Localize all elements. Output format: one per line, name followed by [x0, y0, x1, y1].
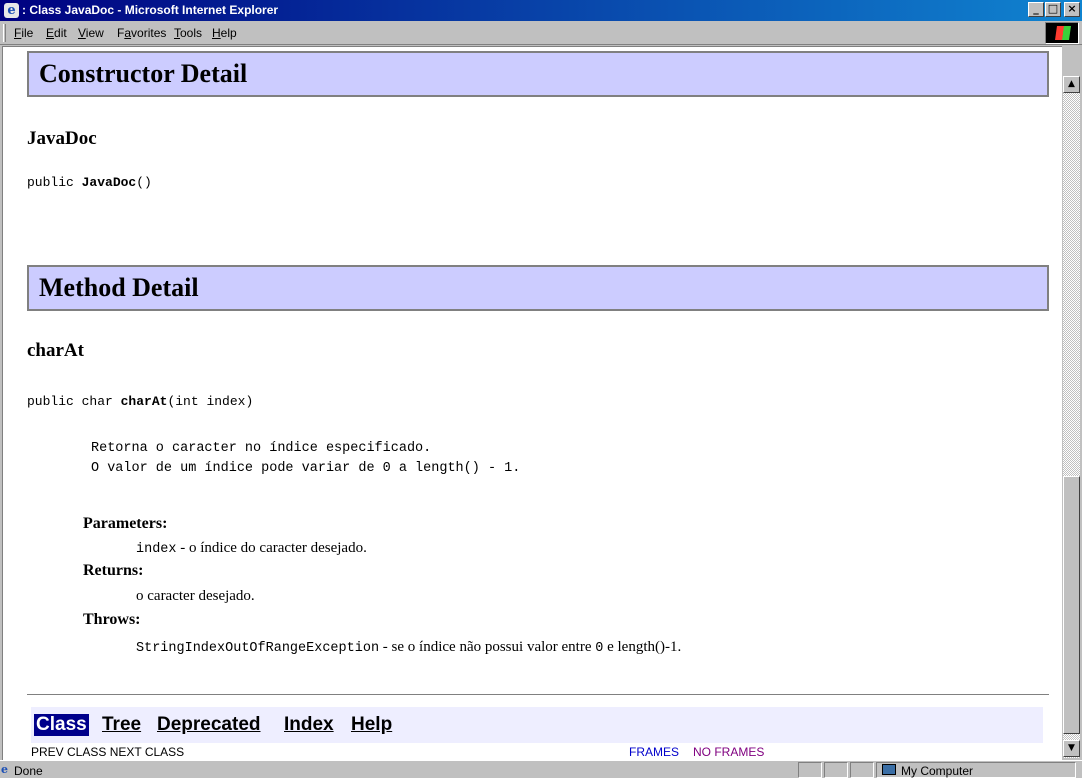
horizontal-rule	[27, 694, 1049, 696]
close-button[interactable]: ×	[1064, 2, 1080, 17]
status-pane-progress	[798, 762, 822, 778]
nav-tree[interactable]: Tree	[102, 714, 141, 736]
constructor-signature: public JavaDoc()	[27, 175, 152, 190]
menu-help[interactable]: Help	[212, 26, 237, 40]
status-pane-main: e Done	[0, 762, 796, 778]
status-pane-secure	[824, 762, 848, 778]
parameters-label: Parameters:	[83, 515, 168, 532]
method-description-line-2: O valor de um índice pode variar de 0 a …	[91, 461, 521, 476]
scrollbar-thumb[interactable]	[1063, 476, 1080, 734]
parameter-index: index - o índice do caracter desejado.	[136, 540, 367, 557]
method-detail-heading: Method Detail	[27, 265, 1049, 311]
menu-favorites[interactable]: Favorites	[117, 26, 166, 40]
windows-logo-icon	[1045, 22, 1079, 44]
throws-text: StringIndexOutOfRangeException - se o ín…	[136, 639, 682, 656]
title-bar: e : Class JavaDoc - Microsoft Internet E…	[0, 0, 1082, 21]
constructor-name: JavaDoc	[27, 128, 97, 149]
javadoc-navbar: Class Tree Deprecated Index Help	[31, 707, 1043, 743]
maximize-button[interactable]: □	[1045, 2, 1061, 17]
minimize-button[interactable]: _	[1028, 2, 1044, 17]
ie-icon[interactable]: e	[4, 3, 19, 18]
nav-index[interactable]: Index	[284, 714, 334, 736]
method-name: charAt	[27, 340, 84, 361]
menu-edit[interactable]: Edit	[46, 26, 67, 40]
constructor-detail-heading: Constructor Detail	[27, 51, 1049, 97]
returns-text: o caracter desejado.	[136, 588, 255, 604]
nav-class[interactable]: Class	[34, 714, 89, 736]
method-description-line-1: Retorna o caracter no índice especificad…	[91, 441, 432, 456]
prev-next-class[interactable]: PREV CLASS NEXT CLASS	[31, 745, 184, 759]
vertical-scrollbar[interactable]: ▲ ▼	[1063, 76, 1080, 758]
security-zone[interactable]: My Computer	[876, 762, 1076, 778]
document-content: Constructor Detail JavaDoc public JavaDo…	[2, 46, 1062, 760]
page-icon: e	[1, 763, 8, 776]
menu-view[interactable]: View	[78, 26, 104, 40]
zone-text: My Computer	[901, 764, 974, 778]
nav-help[interactable]: Help	[351, 714, 392, 736]
menu-grip[interactable]	[3, 24, 6, 42]
my-computer-icon	[882, 764, 896, 775]
menu-tools[interactable]: Tools	[174, 26, 202, 40]
scroll-up-arrow-icon[interactable]: ▲	[1063, 76, 1080, 93]
method-signature: public char charAt(int index)	[27, 394, 254, 409]
returns-label: Returns:	[83, 562, 144, 579]
scroll-down-arrow-icon[interactable]: ▼	[1063, 740, 1080, 757]
no-frames-link[interactable]: NO FRAMES	[693, 745, 764, 759]
frames-link[interactable]: FRAMES	[629, 745, 679, 759]
window-title: : Class JavaDoc - Microsoft Internet Exp…	[22, 3, 279, 17]
status-pane-extra	[850, 762, 874, 778]
status-bar: e Done My Computer	[0, 760, 1082, 778]
throws-label: Throws:	[83, 611, 141, 628]
menu-file[interactable]: File	[14, 26, 33, 40]
menu-bar: File Edit View Favorites Tools Help	[0, 21, 1082, 45]
status-text: Done	[14, 764, 43, 778]
nav-deprecated[interactable]: Deprecated	[157, 714, 261, 736]
